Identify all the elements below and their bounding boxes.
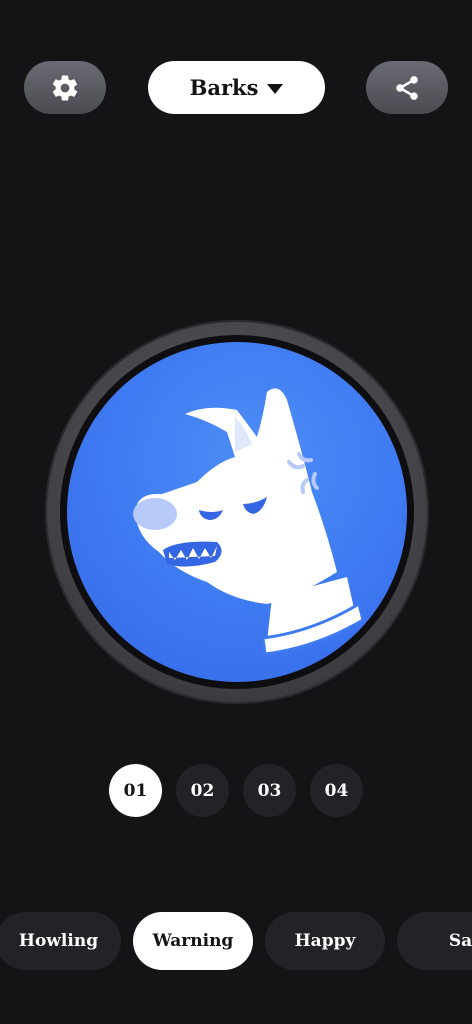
app-screen: Barks 01 02 03 04 Howling Warning Happy … <box>0 0 472 1024</box>
sound-slot-02[interactable]: 02 <box>176 764 229 817</box>
sound-slot-01[interactable]: 01 <box>109 764 162 817</box>
mood-tab-happy[interactable]: Happy <box>265 912 385 970</box>
sound-slot-03[interactable]: 03 <box>243 764 296 817</box>
caret-down-icon <box>267 83 284 94</box>
mood-tab-howling[interactable]: Howling <box>0 912 121 970</box>
button-face <box>67 342 407 682</box>
angry-dog-icon <box>133 388 365 656</box>
settings-button[interactable] <box>24 61 106 114</box>
mood-label: Howling <box>18 931 99 951</box>
mood-tab-sad[interactable]: Sad <box>397 912 472 970</box>
mood-label: Warning <box>152 931 234 951</box>
category-label: Barks <box>189 75 259 100</box>
share-icon <box>396 75 418 100</box>
sound-slot-04[interactable]: 04 <box>310 764 363 817</box>
slot-label: 01 <box>123 780 148 801</box>
slot-label: 03 <box>257 780 282 801</box>
share-button[interactable] <box>366 61 448 114</box>
gear-icon <box>52 75 78 101</box>
play-sound-button[interactable] <box>45 320 429 704</box>
mood-label: Happy <box>294 931 356 951</box>
category-dropdown[interactable]: Barks <box>148 61 325 114</box>
mood-tab-warning[interactable]: Warning <box>133 912 253 970</box>
mood-label: Sad <box>448 931 472 951</box>
slot-label: 04 <box>324 780 349 801</box>
slot-label: 02 <box>190 780 215 801</box>
